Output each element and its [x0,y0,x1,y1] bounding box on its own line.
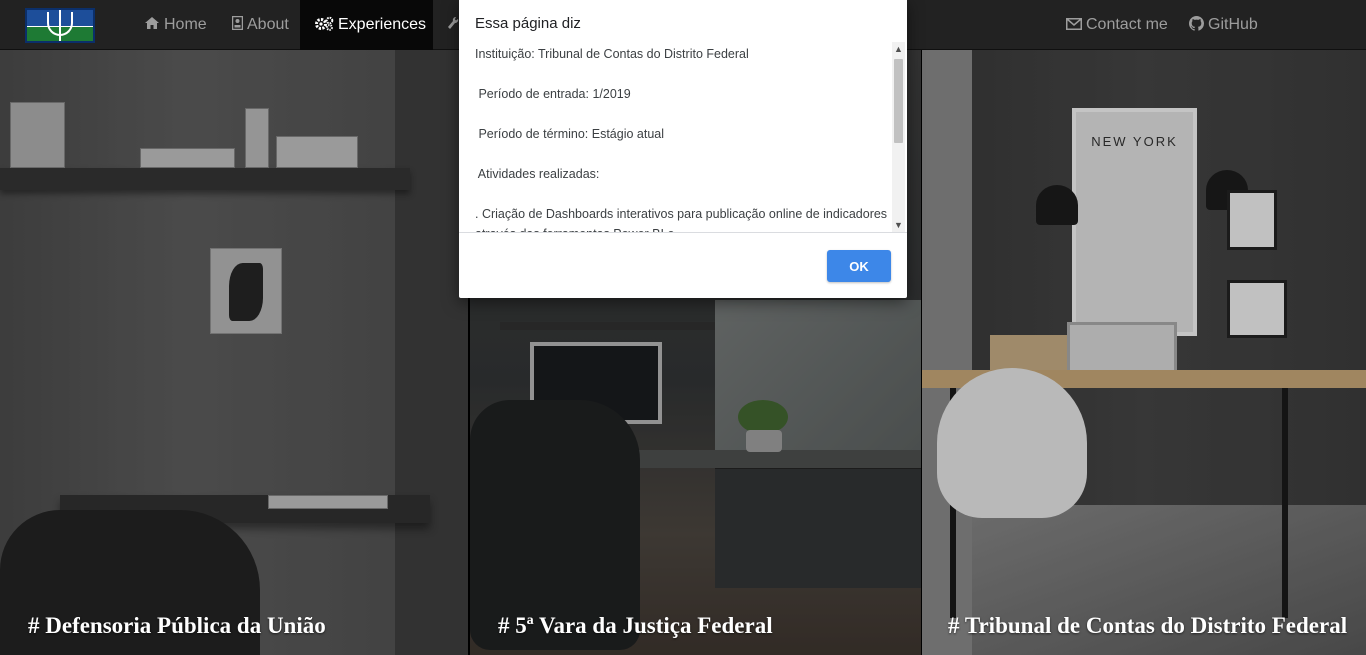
nav-experiences-label: Experiences [338,16,427,33]
nav-about[interactable]: About [218,0,303,50]
nav-github[interactable]: GitHub [1175,0,1272,50]
experience-card-tcdf[interactable]: NEW YORK # Tribunal de Contas do Distrit… [922,50,1366,655]
envelope-icon [1066,17,1082,34]
nav-skills-partial[interactable] [433,0,459,50]
wrench-icon [447,16,459,34]
nav-contact[interactable]: Contact me [1052,0,1182,50]
scrollbar-thumb[interactable] [894,59,903,143]
experience-title[interactable]: # 5ª Vara da Justiça Federal [498,613,773,639]
nav-about-label: About [247,16,289,33]
dialog-message: Instituição: Tribunal de Contas do Distr… [475,44,891,232]
dialog-line: . Criação de Dashboards interativos para… [475,207,888,232]
dialog-title: Essa página diz [475,15,581,32]
github-icon [1189,15,1204,35]
home-icon [144,16,160,34]
ok-button[interactable]: OK [827,250,891,282]
nav-contact-label: Contact me [1086,16,1168,33]
experience-title[interactable]: # Tribunal de Contas do Distrito Federal [948,613,1347,639]
experience-card-defensoria[interactable]: # Defensoria Pública da União [0,50,468,655]
gears-icon [314,16,334,35]
dialog-line: Período de entrada: 1/2019 [475,87,631,101]
dialog-message-area[interactable]: Instituição: Tribunal de Contas do Distr… [459,40,907,233]
scroll-down-icon[interactable]: ▼ [892,218,905,232]
dialog-line: Atividades realizadas: [475,167,600,181]
nav-home[interactable]: Home [130,0,221,50]
dialog-line: Período de término: Estágio atual [475,127,665,141]
nav-home-label: Home [164,16,207,33]
dialog-line: Instituição: Tribunal de Contas do Distr… [475,47,749,61]
experience-title[interactable]: # Defensoria Pública da União [28,613,326,639]
scroll-up-icon[interactable]: ▲ [892,42,905,56]
dialog-scrollbar[interactable]: ▲ ▼ [892,42,905,232]
site-logo[interactable] [25,8,95,43]
alert-dialog: Essa página diz Instituição: Tribunal de… [459,0,907,298]
nav-experiences[interactable]: Experiences [300,0,433,50]
nav-github-label: GitHub [1208,16,1258,33]
id-card-icon [231,15,244,34]
